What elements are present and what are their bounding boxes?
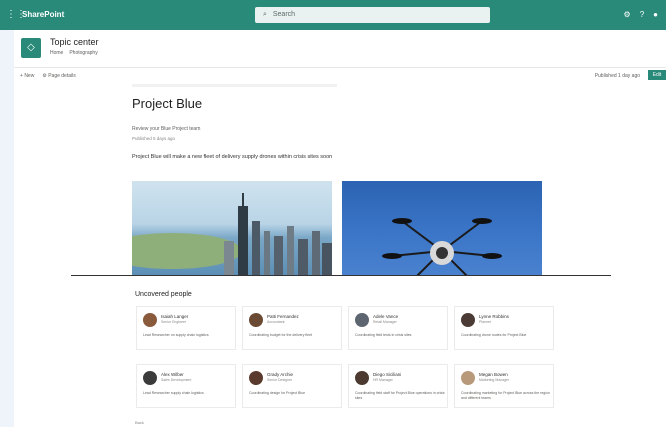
new-button[interactable]: + New [20,73,34,79]
person-card[interactable]: Patti Fernandez Accountant Coordinating … [242,306,342,350]
person-role: Planner [479,320,492,324]
person-desc: Coordinating marketing for Project Blue … [461,391,550,400]
avatar-icon[interactable]: ● [653,10,658,19]
page-author: Review your Blue Project team [132,126,201,132]
avatar [355,371,369,385]
page-date: Published 5 days ago [132,136,176,141]
person-name: Alex Wilber [161,372,184,377]
person-role: Retail Manager [373,320,397,324]
person-card[interactable]: Lynne Robbins Planner Coordinating drone… [454,306,554,350]
person-desc: Coordinating field staff for Project Blu… [355,391,445,400]
person-card[interactable]: Megan Bowen Marketing Manager Coordinati… [454,364,554,408]
person-name: Megan Bowen [479,372,508,377]
person-card[interactable]: Diego Siciliani HR Manager Coordinating … [348,364,448,408]
avatar [355,313,369,327]
person-role: HR Manager [373,378,393,382]
avatar [461,313,475,327]
page-title: Project Blue [132,96,203,111]
nav-item-home[interactable]: Home [50,50,63,56]
person-name: Adele Vance [373,314,399,319]
settings-icon[interactable]: ⚙ [624,10,631,19]
person-role: Sales Development [161,378,192,382]
page-intro: Project Blue will make a new fleet of de… [132,154,333,160]
person-name: Isaiah Langer [161,314,189,319]
person-name: Grady Archie [267,372,294,377]
person-name: Lynne Robbins [479,314,509,319]
person-role: Accountant [267,320,285,324]
person-card[interactable]: Alex Wilber Sales Development Lead Resea… [136,364,236,408]
avatar [143,371,157,385]
drone-image[interactable] [342,181,542,276]
person-role: Senior Engineer [161,320,187,324]
suite-bar: ⋮⋮ SharePoint ⌕ Search ⚙ ? ● [0,0,666,30]
person-role: Marketing Manager [479,378,510,382]
page-canvas: Project Blue Review your Blue Project te… [14,84,666,427]
search-placeholder: Search [272,11,296,18]
app-name[interactable]: SharePoint [22,10,64,19]
person-desc: Coordinating design for Project Blue [249,391,306,395]
person-name: Patti Fernandez [267,314,299,319]
new-label: New [24,73,35,79]
command-bar: + New ⚙ Page details Published 1 day ago… [14,68,666,84]
person-desc: Lead Researcher on supply chain logistic… [143,333,209,337]
person-card[interactable]: Adele Vance Retail Manager Coordinating … [348,306,448,350]
breadcrumb-placeholder [132,84,337,87]
person-role: Senior Designer [267,378,293,382]
publish-status: Published 1 day ago [594,73,640,79]
avatar [143,313,157,327]
suite-icons: ⚙ ? ● [624,10,658,19]
person-name: Diego Siciliani [373,372,402,377]
site-header: ◇ Topic center Home Photography [14,30,666,68]
avatar [249,313,263,327]
site-logo-icon[interactable]: ◇ [21,38,41,58]
person-desc: Coordinating field tests in crisis sites [355,333,412,337]
avatar [249,371,263,385]
person-card[interactable]: Isaiah Langer Senior Engineer Lead Resea… [136,306,236,350]
edit-button[interactable]: Edit [648,70,666,80]
city-image[interactable] [132,181,332,276]
help-icon[interactable]: ? [640,10,644,19]
person-desc: Lead Researcher supply chain logistics [143,391,204,395]
person-desc: Coordinating budget for the delivery fle… [249,333,313,337]
site-title[interactable]: Topic center [50,37,99,47]
search-icon: ⌕ [263,11,267,18]
site-nav: Home Photography [50,50,98,56]
search-box[interactable]: ⌕ Search [255,7,490,23]
person-desc: Coordinating drone routes for Project Bl… [461,333,527,337]
page-details-label: Page details [48,73,76,79]
page-details-button[interactable]: ⚙ Page details [42,73,75,79]
back-link[interactable]: Back [135,420,144,425]
nav-item-photography[interactable]: Photography [69,50,97,56]
section-divider [71,275,611,276]
person-card[interactable]: Grady Archie Senior Designer Coordinatin… [242,364,342,408]
avatar [461,371,475,385]
people-section-title: Uncovered people [135,291,192,298]
